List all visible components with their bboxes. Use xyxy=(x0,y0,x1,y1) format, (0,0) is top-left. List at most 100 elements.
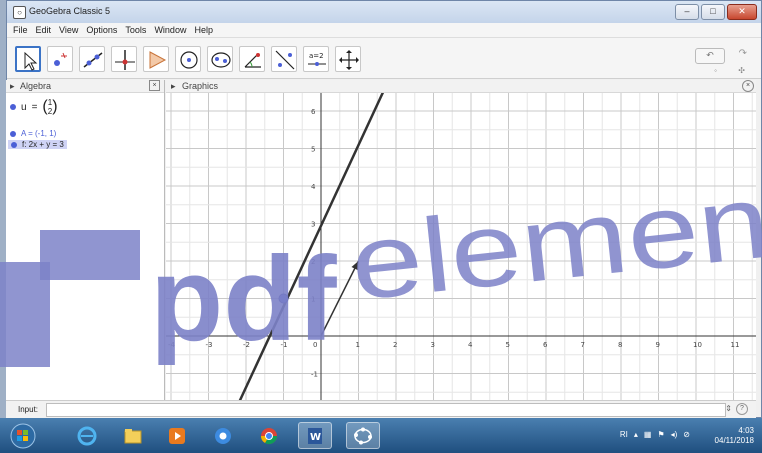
menu-window[interactable]: Window xyxy=(154,25,186,35)
x-tick-label: 11 xyxy=(731,341,740,349)
chrome-icon xyxy=(260,427,278,444)
taskbar-media-player[interactable] xyxy=(160,422,194,449)
x-tick-label: 2 xyxy=(393,341,397,349)
menu-view[interactable]: View xyxy=(59,25,78,35)
help-icon[interactable]: ? xyxy=(736,403,748,415)
window-title: GeoGebra Classic 5 xyxy=(29,6,111,16)
undo-button[interactable]: ↶ xyxy=(695,48,725,64)
x-tick-label: 6 xyxy=(543,341,548,349)
settings-gear-icon[interactable]: ✣ xyxy=(738,66,745,75)
word-icon: W xyxy=(308,427,322,444)
visibility-dot-icon[interactable] xyxy=(10,104,16,110)
move-arrows-icon xyxy=(339,50,359,70)
geogebra-app-icon xyxy=(354,427,372,444)
close-button[interactable]: ✕ xyxy=(727,4,757,20)
y-tick-label: 3 xyxy=(311,221,315,229)
windows-logo-icon xyxy=(10,423,36,448)
perpendicular-line-tool[interactable] xyxy=(111,46,137,72)
antivirus-icon[interactable]: ⊘ xyxy=(683,430,690,439)
minimize-button[interactable]: – xyxy=(675,4,699,20)
triangle-icon xyxy=(149,51,167,69)
taskbar-internet-explorer[interactable] xyxy=(70,422,104,449)
move-graphics-tool[interactable] xyxy=(335,46,361,72)
point-a xyxy=(278,293,289,304)
vector-u-arrowhead xyxy=(351,261,359,270)
point-a-text: A = (-1, 1) xyxy=(21,129,57,138)
taskbar-file-explorer[interactable] xyxy=(116,422,150,449)
perpendicular-icon xyxy=(115,50,135,70)
point-tool[interactable] xyxy=(47,46,73,72)
move-tool[interactable] xyxy=(15,46,41,72)
menu-edit[interactable]: Edit xyxy=(36,25,52,35)
language-indicator[interactable]: RI xyxy=(620,430,628,439)
visibility-dot-icon[interactable] xyxy=(11,141,17,148)
clock-time: 4:03 xyxy=(738,426,754,435)
line-tool[interactable] xyxy=(79,46,105,72)
network-icon[interactable]: ▦ xyxy=(644,430,652,439)
algebra-item-point-a[interactable]: A = (-1, 1) xyxy=(10,129,56,138)
slider-tool[interactable]: a=2 xyxy=(303,46,329,72)
x-tick-label: 10 xyxy=(693,341,702,349)
algebra-item-vector-u[interactable]: u = ( 1 2 ) xyxy=(10,98,58,116)
coordinate-grid[interactable]: -4-3-2-112345678910110-11234568f xyxy=(166,93,756,400)
origin-label: 0 xyxy=(313,341,317,349)
algebra-title: Algebra xyxy=(20,81,52,91)
taskbar-chrome[interactable] xyxy=(252,422,286,449)
algebra-item-line-f[interactable]: f: 2x + y = 3 xyxy=(8,140,67,149)
title-bar: ○ GeoGebra Classic 5 – □ ✕ xyxy=(7,1,761,24)
x-tick-label: -3 xyxy=(206,341,213,349)
vector-bracket: ( 1 2 ) xyxy=(42,98,58,116)
collapse-triangle-icon[interactable]: ▸ xyxy=(10,81,15,92)
graphics-close-icon[interactable]: × xyxy=(742,80,754,92)
tray-arrow-icon[interactable]: ▴ xyxy=(634,430,638,439)
menu-file[interactable]: File xyxy=(13,25,28,35)
point-icon xyxy=(54,52,67,66)
arrow-cursor-icon xyxy=(24,51,38,71)
ellipse-icon xyxy=(211,52,231,68)
angle-icon xyxy=(244,53,261,68)
graphics-header: ▸ Graphics × xyxy=(166,80,756,93)
maximize-button[interactable]: □ xyxy=(701,4,725,20)
angle-tool[interactable] xyxy=(239,46,265,72)
graphics-view[interactable]: -4-3-2-112345678910110-11234568f xyxy=(166,93,756,400)
menu-help[interactable]: Help xyxy=(194,25,213,35)
svg-text:a=2: a=2 xyxy=(309,52,324,60)
ellipse-tool[interactable] xyxy=(207,46,233,72)
x-tick-label: 5 xyxy=(506,341,510,349)
taskbar-word[interactable]: W xyxy=(298,422,332,449)
line-icon xyxy=(83,52,103,68)
volume-icon[interactable]: ◂) xyxy=(671,430,678,439)
taskbar-chrome-blue[interactable] xyxy=(206,422,240,449)
menu-options[interactable]: Options xyxy=(86,25,117,35)
input-label: Input: xyxy=(18,405,39,414)
y-tick-label: 1 xyxy=(311,296,315,304)
line-f xyxy=(238,93,385,400)
equals-sign: = xyxy=(31,101,38,113)
slider-icon: a=2 xyxy=(308,52,326,66)
reflect-tool[interactable] xyxy=(271,46,297,72)
x-tick-label: 4 xyxy=(468,341,473,349)
algebra-close-icon[interactable]: × xyxy=(149,80,160,91)
polygon-tool[interactable] xyxy=(143,46,169,72)
y-tick-label: 6 xyxy=(311,108,316,116)
x-tick-label: 1 xyxy=(356,341,360,349)
start-button[interactable] xyxy=(6,422,40,449)
input-dropdown-icon[interactable]: ⇕ xyxy=(725,404,732,413)
menu-tools[interactable]: Tools xyxy=(125,25,146,35)
menu-bar: File Edit View Options Tools Window Help xyxy=(7,23,761,38)
system-tray: RI ▴ ▦ ⚑ ◂) ⊘ xyxy=(620,430,690,439)
input-field[interactable] xyxy=(46,403,726,417)
x-tick-label: 7 xyxy=(581,341,585,349)
redo-button[interactable]: ↷ xyxy=(739,48,747,59)
circle-tool[interactable] xyxy=(175,46,201,72)
line-f-text: f: 2x + y = 3 xyxy=(22,140,64,149)
collapse-triangle-icon[interactable]: ▸ xyxy=(171,81,176,92)
visibility-dot-icon[interactable] xyxy=(10,130,16,137)
x-tick-label: 9 xyxy=(656,341,660,349)
clock[interactable]: 4:03 04/11/2018 xyxy=(715,426,754,446)
flag-icon[interactable]: ⚑ xyxy=(657,430,664,439)
graphics-title: Graphics xyxy=(182,81,219,91)
y-tick-label: 5 xyxy=(311,146,315,154)
taskbar-geogebra[interactable] xyxy=(346,422,380,449)
algebra-panel: ▸ Algebra × u = ( 1 2 ) A = (-1, 1) f: 2… xyxy=(6,80,165,400)
